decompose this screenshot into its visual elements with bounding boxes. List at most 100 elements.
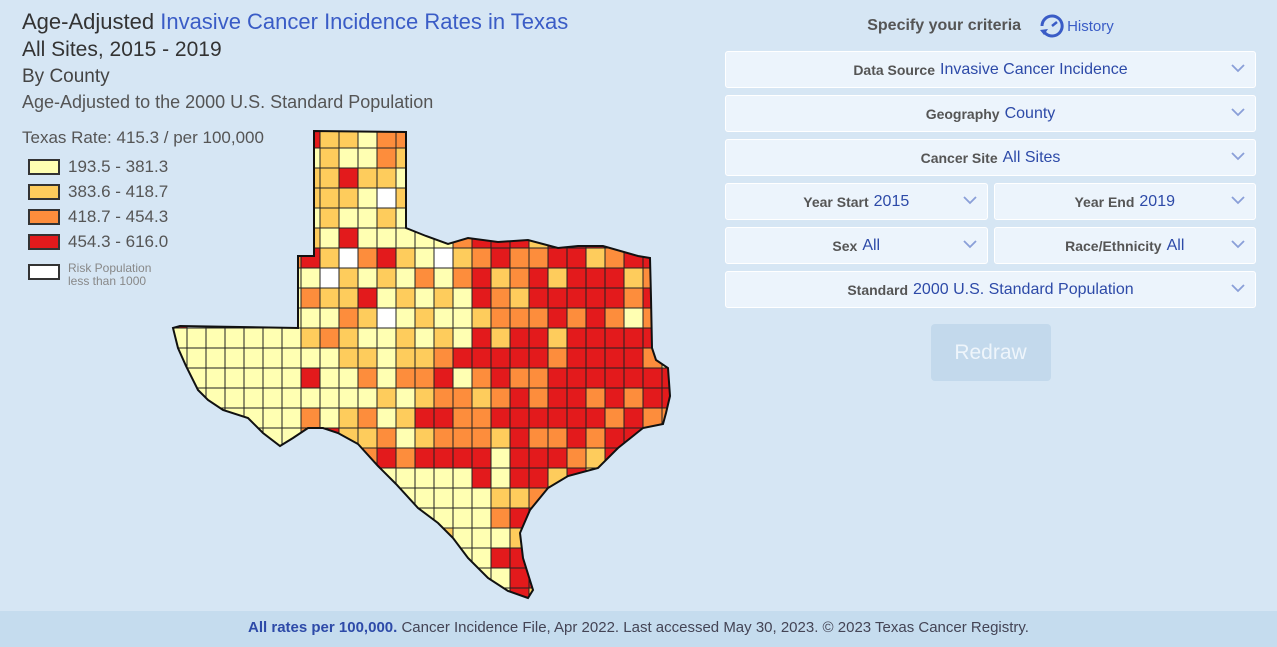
county-region[interactable] <box>243 567 264 589</box>
county-region[interactable] <box>319 407 340 429</box>
county-region[interactable] <box>547 167 568 189</box>
county-region[interactable] <box>623 307 644 329</box>
county-region[interactable] <box>433 487 454 509</box>
county-region[interactable] <box>547 507 568 529</box>
county-region[interactable] <box>661 327 681 349</box>
county-region[interactable] <box>585 147 606 169</box>
county-region[interactable] <box>661 147 681 169</box>
county-region[interactable] <box>604 527 625 549</box>
county-region[interactable] <box>471 467 492 489</box>
county-region[interactable] <box>186 247 207 269</box>
county-region[interactable] <box>585 167 606 189</box>
county-region[interactable] <box>585 207 606 229</box>
county-region[interactable] <box>452 147 473 169</box>
county-region[interactable] <box>585 287 606 309</box>
county-region[interactable] <box>642 567 663 589</box>
county-region[interactable] <box>319 447 340 469</box>
county-region[interactable] <box>509 367 530 389</box>
county-region[interactable] <box>509 447 530 469</box>
county-region[interactable] <box>376 487 397 509</box>
county-region[interactable] <box>281 487 302 509</box>
county-region[interactable] <box>300 187 321 209</box>
county-region[interactable] <box>604 167 625 189</box>
county-region[interactable] <box>661 547 681 569</box>
county-region[interactable] <box>661 187 681 209</box>
county-region[interactable] <box>262 407 283 429</box>
county-region[interactable] <box>623 367 644 389</box>
county-region[interactable] <box>471 147 492 169</box>
county-region[interactable] <box>281 567 302 589</box>
county-region[interactable] <box>528 547 549 569</box>
county-region[interactable] <box>395 487 416 509</box>
county-region[interactable] <box>224 367 245 389</box>
county-region[interactable] <box>471 587 492 608</box>
county-region[interactable] <box>186 507 207 529</box>
county-region[interactable] <box>642 447 663 469</box>
county-region[interactable] <box>547 327 568 349</box>
county-region[interactable] <box>414 567 435 589</box>
county-region[interactable] <box>414 247 435 269</box>
county-region[interactable] <box>168 167 188 189</box>
county-region[interactable] <box>471 367 492 389</box>
county-region[interactable] <box>281 547 302 569</box>
county-region[interactable] <box>433 587 454 608</box>
county-region[interactable] <box>414 287 435 309</box>
county-region[interactable] <box>186 128 207 149</box>
county-region[interactable] <box>490 367 511 389</box>
county-region[interactable] <box>224 567 245 589</box>
county-region[interactable] <box>262 387 283 409</box>
county-region[interactable] <box>623 167 644 189</box>
county-region[interactable] <box>490 147 511 169</box>
county-region[interactable] <box>205 587 226 608</box>
county-region[interactable] <box>414 467 435 489</box>
county-region[interactable] <box>262 487 283 509</box>
county-region[interactable] <box>547 307 568 329</box>
county-region[interactable] <box>168 267 188 289</box>
county-region[interactable] <box>414 128 435 149</box>
county-region[interactable] <box>168 128 188 149</box>
county-region[interactable] <box>433 427 454 449</box>
county-region[interactable] <box>186 227 207 249</box>
county-region[interactable] <box>186 427 207 449</box>
county-region[interactable] <box>623 567 644 589</box>
county-region[interactable] <box>224 547 245 569</box>
county-region[interactable] <box>642 147 663 169</box>
county-region[interactable] <box>300 247 321 269</box>
county-region[interactable] <box>338 527 359 549</box>
county-region[interactable] <box>681 268 688 288</box>
county-region[interactable] <box>585 567 606 589</box>
county-region[interactable] <box>528 527 549 549</box>
county-region[interactable] <box>300 567 321 589</box>
county-region[interactable] <box>509 227 530 249</box>
county-region[interactable] <box>566 147 587 169</box>
county-region[interactable] <box>642 167 663 189</box>
county-region[interactable] <box>604 407 625 429</box>
county-region[interactable] <box>681 428 688 448</box>
county-region[interactable] <box>205 287 226 309</box>
county-region[interactable] <box>224 207 245 229</box>
county-region[interactable] <box>376 247 397 269</box>
county-region[interactable] <box>414 167 435 189</box>
county-region[interactable] <box>604 227 625 249</box>
county-region[interactable] <box>642 507 663 529</box>
county-region[interactable] <box>414 547 435 569</box>
county-region[interactable] <box>376 407 397 429</box>
county-region[interactable] <box>623 507 644 529</box>
county-region[interactable] <box>547 387 568 409</box>
county-region[interactable] <box>547 487 568 509</box>
county-region[interactable] <box>395 547 416 569</box>
county-region[interactable] <box>471 447 492 469</box>
county-region[interactable] <box>168 567 188 589</box>
county-region[interactable] <box>357 247 378 269</box>
county-region[interactable] <box>338 307 359 329</box>
county-region[interactable] <box>262 347 283 369</box>
county-region[interactable] <box>205 167 226 189</box>
county-region[interactable] <box>262 447 283 469</box>
county-region[interactable] <box>376 287 397 309</box>
county-region[interactable] <box>262 547 283 569</box>
county-region[interactable] <box>357 267 378 289</box>
race-ethnicity-select[interactable]: Race/Ethnicity All <box>993 227 1256 264</box>
county-region[interactable] <box>471 307 492 329</box>
county-region[interactable] <box>395 287 416 309</box>
county-region[interactable] <box>186 187 207 209</box>
